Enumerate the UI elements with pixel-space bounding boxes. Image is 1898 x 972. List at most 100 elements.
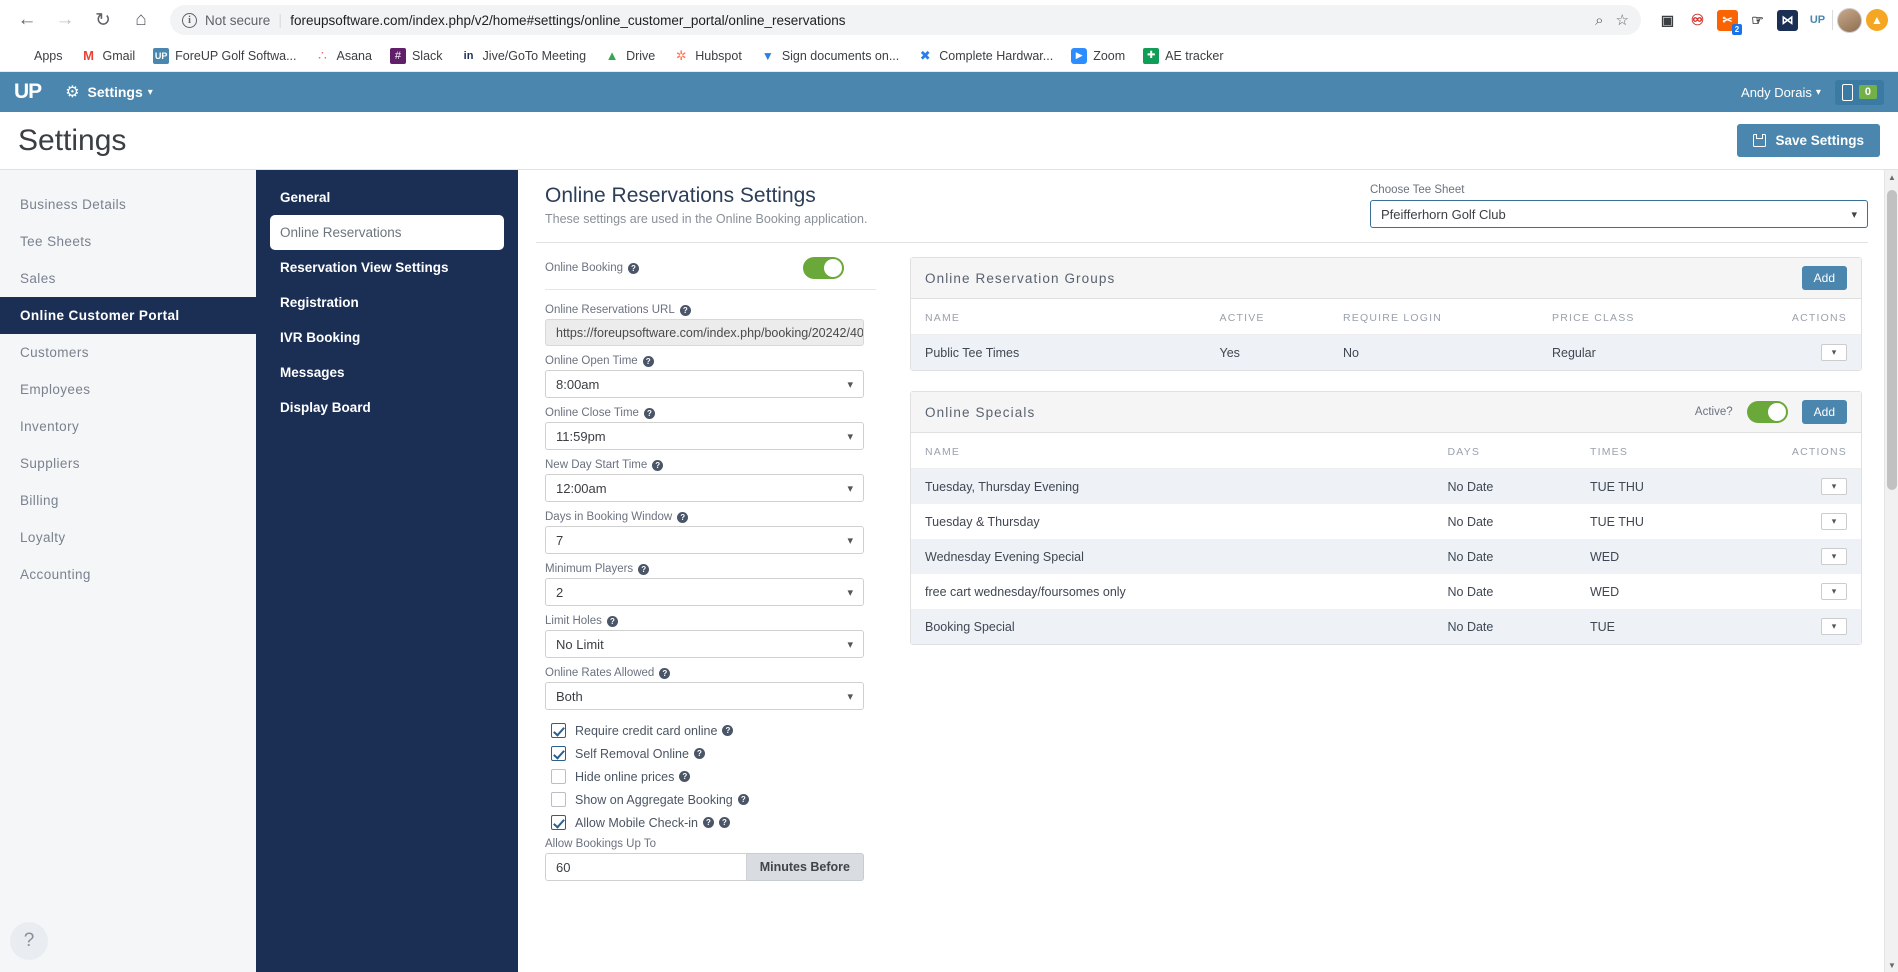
sidebar-item-sales[interactable]: Sales <box>0 260 256 297</box>
checkbox-box[interactable] <box>551 746 566 761</box>
sidebar-item-inventory[interactable]: Inventory <box>0 408 256 445</box>
days-in-booking-window-select[interactable]: 7 ▾ <box>545 526 864 554</box>
checkbox-allow-mobile-checkin[interactable]: Allow Mobile Check-in ? ? <box>545 815 876 830</box>
table-row[interactable]: Tuesday, Thursday Evening No Date TUE TH… <box>911 468 1861 504</box>
bookmark-zoom[interactable]: ▶ Zoom <box>1071 47 1125 64</box>
navbar-settings-menu[interactable]: Settings <box>88 84 143 100</box>
bookmark-jive[interactable]: in Jive/GoTo Meeting <box>461 48 586 64</box>
vertical-scrollbar[interactable]: ▲ ▼ <box>1884 170 1898 972</box>
help-icon-secondary[interactable]: ? <box>718 817 730 828</box>
user-menu-label[interactable]: Andy Dorais <box>1741 85 1812 100</box>
online-close-time-select[interactable]: 11:59pm ▾ <box>545 422 864 450</box>
bowtie-extension-icon[interactable]: ⋈ <box>1777 9 1798 31</box>
subnav-item-display-board[interactable]: Display Board <box>256 390 518 425</box>
sidebar-item-loyalty[interactable]: Loyalty <box>0 519 256 556</box>
checkbox-box[interactable] <box>551 792 566 807</box>
table-row[interactable]: Public Tee Times Yes No Regular ▾ <box>911 334 1861 370</box>
table-row[interactable]: Tuesday & Thursday No Date TUE THU ▾ <box>911 504 1861 539</box>
sidebar-item-accounting[interactable]: Accounting <box>0 556 256 593</box>
home-icon[interactable]: ⌂ <box>124 3 158 37</box>
scissors-extension-icon[interactable]: ✂ 2 <box>1717 9 1742 35</box>
sidebar-item-business-details[interactable]: Business Details <box>0 186 256 223</box>
profile-icon[interactable]: ▲ <box>1866 9 1888 31</box>
bookmark-star-icon[interactable]: ☆ <box>1616 11 1629 29</box>
subnav-item-messages[interactable]: Messages <box>256 355 518 390</box>
help-icon[interactable]: ? <box>643 407 655 419</box>
checkbox-box[interactable] <box>551 723 566 738</box>
help-icon[interactable]: ? <box>659 667 671 679</box>
online-open-time-select[interactable]: 8:00am ▾ <box>545 370 864 398</box>
help-icon[interactable]: ? <box>679 771 691 782</box>
address-bar[interactable]: i Not secure | foreupsoftware.com/index.… <box>170 5 1641 35</box>
search-minus-icon[interactable]: ⌕ <box>1595 12 1603 29</box>
reader-extension-icon[interactable]: ▣ <box>1657 10 1678 31</box>
sidebar-item-suppliers[interactable]: Suppliers <box>0 445 256 482</box>
checkbox-require-credit-card[interactable]: Require credit card online ? <box>545 723 876 738</box>
help-icon[interactable]: ? <box>679 304 691 316</box>
bookmark-drive[interactable]: ▲ Drive <box>604 48 656 64</box>
bookmark-signnow[interactable]: ▼ Sign documents on... <box>760 48 899 64</box>
table-row[interactable]: Wednesday Evening Special No Date WED ▾ <box>911 539 1861 574</box>
limit-holes-select[interactable]: No Limit ▾ <box>545 630 864 658</box>
row-actions-dropdown-icon[interactable]: ▾ <box>1821 344 1847 361</box>
checkbox-show-on-aggregate-booking[interactable]: Show on Aggregate Booking ? <box>545 792 876 807</box>
row-actions-dropdown-icon[interactable]: ▾ <box>1821 478 1847 495</box>
checkbox-hide-online-prices[interactable]: Hide online prices ? <box>545 769 876 784</box>
row-actions-dropdown-icon[interactable]: ▾ <box>1821 583 1847 600</box>
help-icon[interactable]: ? <box>677 511 689 523</box>
add-online-special-button[interactable]: Add <box>1801 400 1847 424</box>
specials-active-toggle[interactable] <box>1746 401 1788 423</box>
table-row[interactable]: free cart wednesday/foursomes only No Da… <box>911 574 1861 609</box>
forward-arrow-icon[interactable]: → <box>48 3 82 37</box>
new-day-start-time-select[interactable]: 12:00am ▾ <box>545 474 864 502</box>
bookmark-asana[interactable]: ∴ Asana <box>315 47 372 64</box>
subnav-item-general[interactable]: General <box>256 180 518 215</box>
sidebar-item-customers[interactable]: Customers <box>0 334 256 371</box>
sidebar-item-billing[interactable]: Billing <box>0 482 256 519</box>
user-chevron-down-icon[interactable]: ▾ <box>1816 87 1821 98</box>
reload-icon[interactable]: ↻ <box>86 3 120 37</box>
row-actions-dropdown-icon[interactable]: ▾ <box>1821 548 1847 565</box>
help-icon[interactable]: ? <box>628 262 639 274</box>
help-icon[interactable]: ? <box>652 459 664 471</box>
checkbox-box[interactable] <box>551 769 566 784</box>
checkbox-box[interactable] <box>551 815 566 830</box>
bookmark-apps[interactable]: Apps <box>12 48 63 64</box>
online-rates-allowed-select[interactable]: Both ▾ <box>545 682 864 710</box>
online-reservations-url-input[interactable]: https://foreupsoftware.com/index.php/boo… <box>545 319 864 346</box>
bookmark-ae-tracker[interactable]: ✚ AE tracker <box>1143 47 1224 64</box>
subnav-item-online-reservations[interactable]: Online Reservations <box>270 215 504 250</box>
subnav-item-reservation-view-settings[interactable]: Reservation View Settings <box>256 250 518 285</box>
subnav-item-ivr-booking[interactable]: IVR Booking <box>256 320 518 355</box>
checkbox-self-removal-online[interactable]: Self Removal Online ? <box>545 746 876 761</box>
back-arrow-icon[interactable]: ← <box>10 3 44 37</box>
save-settings-button[interactable]: Save Settings <box>1737 124 1880 157</box>
scroll-up-arrow-icon[interactable]: ▲ <box>1885 170 1898 184</box>
help-icon[interactable]: ? <box>642 355 654 367</box>
help-icon[interactable]: ? <box>638 563 650 575</box>
lastpass-extension-icon[interactable]: ♾ <box>1687 10 1708 31</box>
bookmark-slack[interactable]: # Slack <box>389 47 443 64</box>
help-icon[interactable]: ? <box>693 748 705 759</box>
bookmark-gmail[interactable]: M Gmail <box>81 48 135 64</box>
help-icon[interactable]: ? <box>722 725 734 736</box>
sidebar-item-tee-sheets[interactable]: Tee Sheets <box>0 223 256 260</box>
table-row[interactable]: Booking Special No Date TUE ▾ <box>911 609 1861 644</box>
tee-sheet-select[interactable]: Pfeifferhorn Golf Club ▾ <box>1370 200 1868 228</box>
minimum-players-select[interactable]: 2 ▾ <box>545 578 864 606</box>
avatar[interactable] <box>1837 7 1862 33</box>
mobile-device-chip[interactable]: 0 <box>1834 79 1884 105</box>
bookmark-foreup[interactable]: UP ForeUP Golf Softwa... <box>153 47 297 64</box>
help-icon[interactable]: ? <box>702 817 714 828</box>
help-icon[interactable]: ? <box>737 794 749 805</box>
help-fab-button[interactable]: ? <box>10 922 48 960</box>
bookmark-complete-hardware[interactable]: ✖ Complete Hardwar... <box>917 48 1053 64</box>
scrollbar-thumb[interactable] <box>1887 190 1897 490</box>
foreup-logo[interactable]: UP <box>14 80 42 104</box>
scroll-down-arrow-icon[interactable]: ▼ <box>1885 958 1898 972</box>
sidebar-item-employees[interactable]: Employees <box>0 371 256 408</box>
subnav-item-registration[interactable]: Registration <box>256 285 518 320</box>
keeper-extension-icon[interactable]: ☞ <box>1747 10 1768 31</box>
bookmark-hubspot[interactable]: ✲ Hubspot <box>673 48 742 64</box>
gear-icon[interactable]: ⚙ <box>65 82 79 102</box>
